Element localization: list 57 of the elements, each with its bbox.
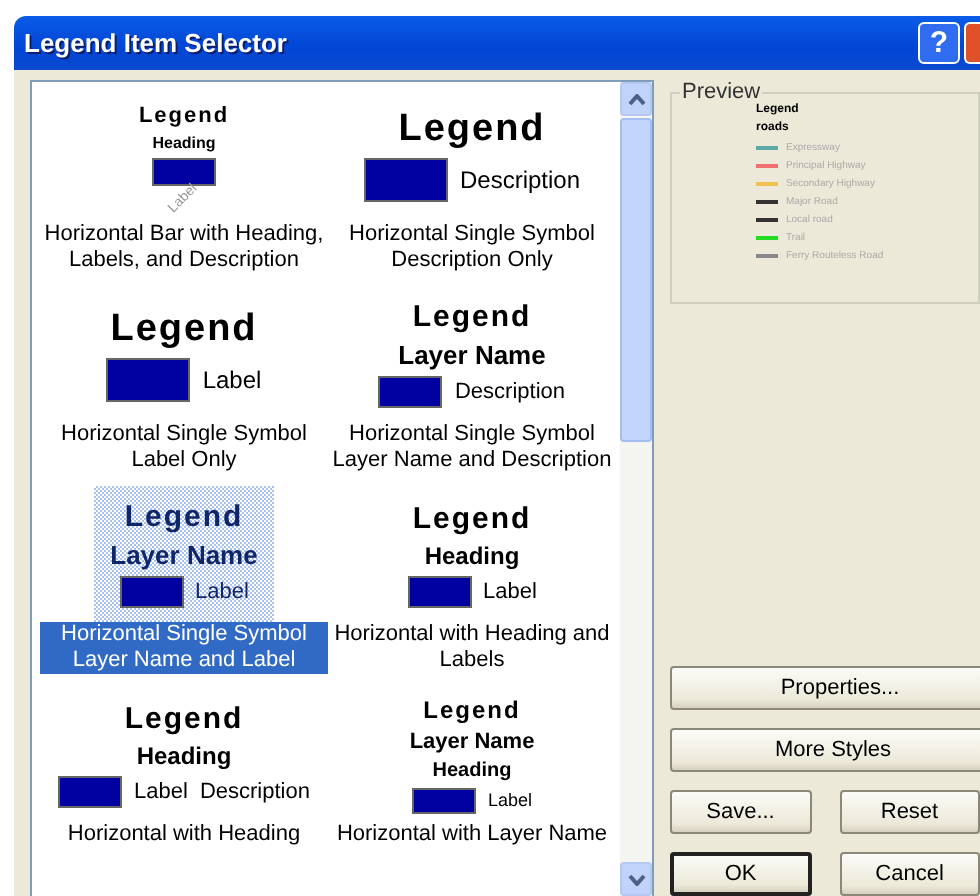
label-text: Description — [454, 380, 566, 404]
label-text: Description — [459, 165, 581, 193]
label-text: Label — [202, 365, 262, 393]
more-styles-button[interactable]: More Styles — [670, 728, 980, 772]
style-preview[interactable]: Legend Layer Name Description — [362, 286, 582, 422]
label-text: Description — [199, 779, 310, 803]
style-caption[interactable]: Horizontal Single Symbol Label Only — [40, 422, 328, 474]
ok-button[interactable]: OK — [670, 852, 812, 896]
heading-text: Heading — [432, 759, 512, 781]
label-text: Label — [195, 580, 249, 604]
scroll-thumb[interactable] — [620, 118, 652, 442]
heading-text: Heading — [152, 133, 216, 151]
symbol-swatch — [407, 575, 472, 607]
preview-title: Preview — [680, 80, 761, 104]
legend-title: Legend — [412, 300, 532, 334]
legend-title: Legend — [138, 103, 230, 127]
label-text: Label — [483, 579, 537, 603]
symbol-swatch — [58, 775, 123, 807]
heading-text: Heading — [136, 741, 232, 769]
scroll-down-button[interactable] — [620, 862, 652, 896]
legend-title: Legend — [124, 701, 244, 735]
symbol-swatch — [119, 576, 184, 608]
symbol-swatch — [411, 787, 476, 813]
save-button[interactable]: Save... — [670, 790, 811, 834]
legend-title: Legend — [398, 107, 546, 151]
legend-title: Legend — [423, 695, 521, 723]
style-caption[interactable]: Horizontal Single Symbol Layer Name and Description — [328, 422, 616, 474]
reset-button[interactable]: Reset — [839, 790, 980, 834]
window-title: Legend Item Selector — [24, 28, 289, 58]
style-caption[interactable]: Horizontal Single Symbol Description Only — [328, 222, 616, 274]
style-caption[interactable]: Horizontal Bar with Heading, Labels, and Description — [40, 222, 328, 274]
style-preview[interactable]: Legend Heading Label Description — [42, 686, 326, 822]
label-text: Label — [487, 790, 533, 810]
legend-title: Legend — [412, 501, 532, 535]
label-text: Label — [134, 779, 188, 803]
style-preview[interactable]: Legend Description — [347, 86, 597, 222]
cancel-button[interactable]: Cancel — [839, 852, 980, 896]
help-button[interactable]: ? — [918, 22, 960, 64]
style-preview[interactable]: Legend Heading Label — [391, 486, 553, 622]
symbol-swatch — [152, 157, 216, 185]
symbol-swatch — [106, 357, 191, 401]
style-caption[interactable]: Horizontal Single Symbol Layer Name and Label — [40, 622, 328, 674]
layer-name: Layer Name — [409, 729, 535, 753]
style-caption[interactable]: Horizontal with Heading and Labels — [328, 622, 616, 674]
symbol-swatch — [363, 157, 448, 201]
style-preview[interactable]: Legend Layer Name Heading Label — [393, 686, 551, 822]
close-button[interactable] — [964, 22, 980, 64]
legend-title: Legend — [110, 307, 258, 351]
style-caption[interactable]: Horizontal with Heading — [63, 822, 305, 848]
layer-name: Layer Name — [398, 340, 546, 370]
style-preview[interactable]: Legend Label — [90, 286, 278, 422]
scroll-up-button[interactable] — [620, 82, 652, 116]
layer-name: Layer Name — [110, 540, 258, 570]
heading-text: Heading — [424, 541, 520, 569]
properties-button[interactable]: Properties... — [670, 666, 980, 710]
symbol-swatch — [378, 376, 443, 408]
style-caption[interactable]: Horizontal with Layer Name — [332, 822, 612, 848]
